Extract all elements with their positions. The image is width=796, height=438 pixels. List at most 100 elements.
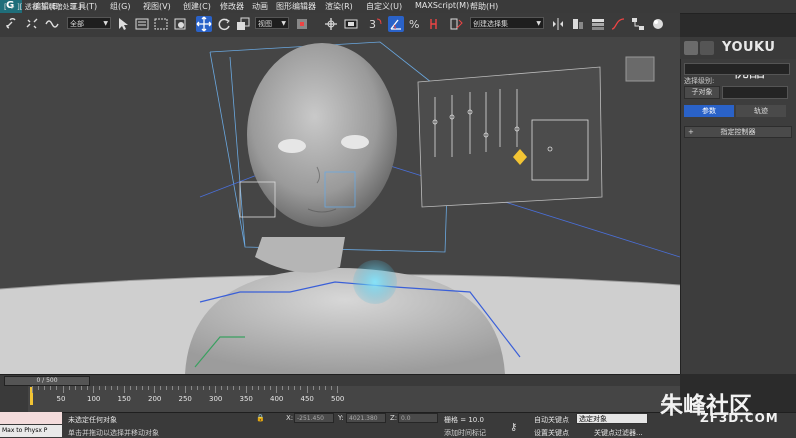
select-object-icon[interactable]: [115, 16, 131, 32]
y-coord-label: Y:: [338, 414, 344, 422]
select-move-icon[interactable]: [196, 16, 212, 32]
y-coord-field[interactable]: 4021.380: [346, 413, 386, 423]
create-tab-icon[interactable]: [684, 41, 698, 55]
trackbar-tick: [269, 386, 271, 390]
bind-space-warp-icon[interactable]: [44, 16, 60, 32]
lock-icon[interactable]: 🔒: [256, 414, 265, 422]
trackbar-tick: [288, 386, 290, 390]
trackbar-tick: [233, 386, 235, 390]
trackbar-tick-label: 200: [148, 395, 162, 403]
select-manipulate-icon[interactable]: [323, 16, 339, 32]
rollout-title: 指定控制器: [720, 128, 756, 136]
trackbar-tick: [160, 386, 162, 390]
trackbar-tick: [135, 386, 137, 390]
selection-level-label: 选择级别:: [684, 77, 715, 85]
keyboard-shortcut-icon[interactable]: [343, 16, 359, 32]
trackbar-tick: [318, 386, 320, 390]
object-name-field[interactable]: [684, 63, 790, 75]
align-icon[interactable]: [570, 16, 586, 32]
trackbar-tick: [105, 386, 107, 390]
angle-snap-icon[interactable]: [388, 16, 404, 32]
menu-rendering[interactable]: 渲染(R): [325, 1, 353, 12]
frame-counter[interactable]: 0 / 500: [4, 376, 90, 386]
material-editor-icon[interactable]: [650, 16, 666, 32]
site-watermark-url: ZF3D.COM: [700, 411, 779, 425]
maxscript-listener-bottom[interactable]: Max to Physx P: [0, 425, 62, 437]
edit-named-selection-icon[interactable]: [448, 16, 464, 32]
trackbar-tick: [38, 386, 40, 390]
pivot-center-icon[interactable]: [294, 16, 310, 32]
trajectories-button[interactable]: 轨迹: [736, 105, 786, 117]
youku-watermark: YOUKU: [722, 40, 776, 55]
trackbar-tick: [141, 386, 143, 390]
window-crossing-icon[interactable]: [172, 16, 188, 32]
svg-text:3: 3: [369, 18, 376, 31]
trackbar-tick: [312, 386, 314, 390]
select-rotate-icon[interactable]: [216, 16, 232, 32]
key-mode-dropdown[interactable]: 选定对象: [576, 413, 648, 424]
named-selection-dropdown[interactable]: 创建选择集 ▼: [470, 17, 544, 29]
modify-tab-icon[interactable]: [700, 41, 714, 55]
trackbar-tick: [80, 386, 82, 390]
trackbar-tick: [123, 386, 125, 393]
trackbar-left-control[interactable]: [0, 386, 28, 412]
reference-coord-dropdown[interactable]: 视图 ▼: [255, 17, 289, 29]
perspective-viewport[interactable]: [0, 37, 680, 374]
unlink-icon[interactable]: [24, 16, 40, 32]
named-selection-value: 创建选择集: [473, 20, 508, 28]
rect-selection-icon[interactable]: [153, 16, 169, 32]
menu-views[interactable]: 视图(V): [143, 1, 171, 12]
percent-snap-icon[interactable]: %: [407, 16, 423, 32]
menu-maxscript[interactable]: MAXScript(M): [415, 1, 469, 10]
z-coord-field[interactable]: 0.0: [398, 413, 438, 423]
select-by-name-icon[interactable]: [134, 16, 150, 32]
trackbar-tick: [337, 386, 338, 393]
svg-text:%: %: [409, 18, 419, 31]
mirror-icon[interactable]: [550, 16, 566, 32]
trackbar-tick-label: 150: [117, 395, 131, 403]
select-scale-icon[interactable]: [235, 16, 251, 32]
trackbar-tick: [208, 386, 210, 390]
trackbar-tick-label: 250: [178, 395, 192, 403]
chevron-down-icon: ▼: [103, 20, 108, 27]
snap-toggle-icon[interactable]: 3: [368, 16, 384, 32]
menu-help[interactable]: 帮助(H): [470, 1, 498, 12]
trackbar-tick: [147, 386, 149, 390]
sub-object-button[interactable]: 子对象: [684, 86, 720, 99]
trackbar-tick: [74, 386, 76, 390]
chevron-down-icon: ▼: [281, 20, 286, 27]
trackbar-tick: [184, 386, 186, 393]
parameters-button[interactable]: 参数: [684, 105, 734, 117]
assign-controller-rollout[interactable]: + 指定控制器: [684, 126, 792, 138]
sub-object-dropdown[interactable]: [722, 86, 788, 99]
link-icon[interactable]: [4, 16, 20, 32]
key-icon[interactable]: ⚷: [510, 422, 517, 433]
menu-customize[interactable]: 自定义(U): [366, 1, 402, 12]
viewport-label[interactable]: [ + ][ 透视 ][ 明暗处理 ]: [4, 2, 82, 12]
menu-graph-editors[interactable]: 图形编辑器: [276, 1, 316, 12]
trackbar-tick-label: 400: [270, 395, 284, 403]
menu-group[interactable]: 组(G): [110, 1, 130, 12]
trackbar-tick: [154, 386, 155, 393]
schematic-view-icon[interactable]: [630, 16, 646, 32]
maxscript-listener-top[interactable]: [0, 412, 62, 424]
trackbar-tick: [99, 386, 101, 390]
trackbar-tick: [263, 386, 265, 390]
trackbar-tick: [172, 386, 174, 390]
layer-manager-icon[interactable]: [590, 16, 606, 32]
menu-modifiers[interactable]: 修改器: [220, 1, 244, 12]
trackbar-tick: [50, 386, 52, 390]
auto-key-button[interactable]: 自动关键点: [534, 415, 569, 425]
trackbar-tick: [117, 386, 119, 390]
trackbar-tick: [330, 386, 332, 390]
x-coord-field[interactable]: -251.450: [294, 413, 334, 423]
spinner-snap-icon[interactable]: [426, 16, 442, 32]
trackbar-tick: [257, 386, 259, 390]
selection-filter-dropdown[interactable]: 全部 ▼: [67, 17, 111, 29]
menu-animation[interactable]: 动画: [252, 1, 268, 12]
trackbar-tick-label: 300: [209, 395, 223, 403]
menu-create[interactable]: 创建(C): [183, 1, 211, 12]
curve-editor-icon[interactable]: [610, 16, 626, 32]
trackbar-tick: [245, 386, 247, 393]
trackbar-tick: [68, 386, 70, 390]
